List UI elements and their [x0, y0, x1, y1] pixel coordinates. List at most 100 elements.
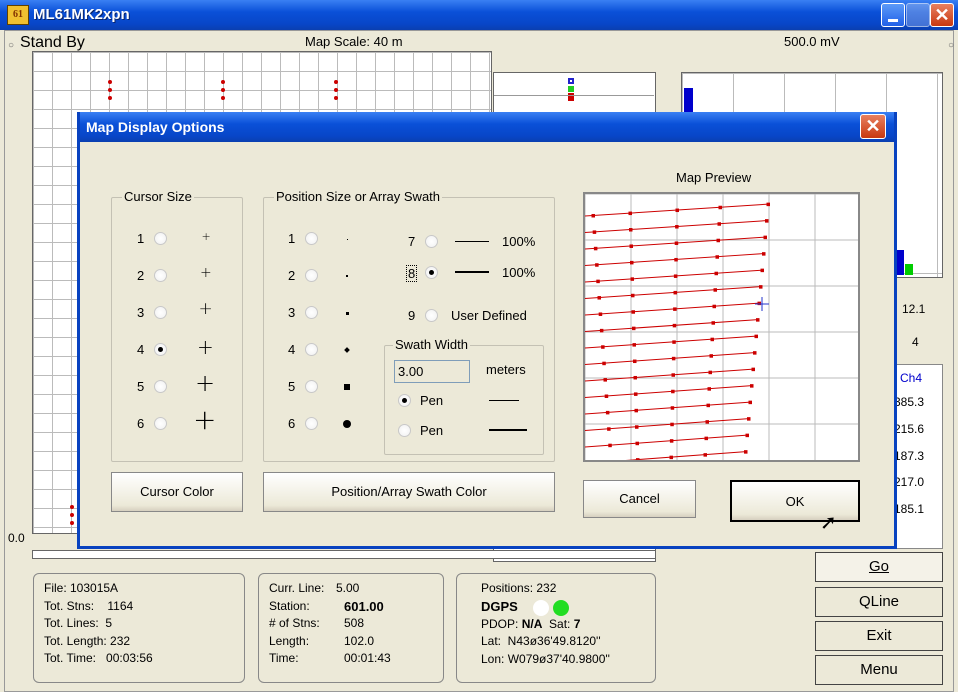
preview-position-dot — [671, 356, 676, 361]
swath-line-icon — [455, 271, 489, 273]
bar-ch4-green — [905, 264, 913, 275]
preview-position-dot — [714, 271, 718, 276]
preview-position-dot — [706, 403, 710, 408]
exit-button-label: Exit — [866, 627, 892, 644]
cursor-size-5-number: 5 — [137, 379, 145, 394]
position-size-6-radio[interactable] — [305, 417, 318, 430]
longitude: Lon: W079ø37'40.9800'' — [481, 651, 610, 666]
bar-ch1 — [684, 88, 693, 113]
minimize-button[interactable] — [881, 3, 905, 27]
preview-swath-line — [584, 368, 756, 382]
cancel-button[interactable]: Cancel — [583, 480, 696, 518]
preview-position-dot — [631, 310, 635, 314]
pen-thin-icon — [489, 400, 519, 401]
preview-position-dot — [628, 211, 632, 216]
preview-swath-line — [584, 319, 760, 332]
preview-position-dot — [633, 359, 637, 364]
right-value-2: 4 — [912, 335, 919, 349]
swath-option-7-radio[interactable] — [425, 235, 438, 248]
preview-position-dot — [715, 255, 719, 259]
length-label: Length: — [269, 633, 310, 648]
dialog-titlebar[interactable]: Map Display Options ✕ — [80, 112, 894, 142]
pen-thin-radio[interactable] — [398, 394, 411, 407]
pdop-value: N/A — [521, 616, 543, 631]
cursor-preview-icon: + — [201, 230, 211, 244]
map-display-options-dialog: Map Display Options ✕ Cursor Size Positi… — [77, 112, 897, 549]
qline-button[interactable]: QLine — [815, 587, 943, 617]
cursor-size-2-number: 2 — [137, 268, 145, 283]
preview-position-dot — [669, 439, 674, 443]
latitude: Lat: N43ø36'49.8120'' — [481, 634, 601, 648]
preview-swath-line — [584, 401, 753, 415]
dgps-label: DGPS — [481, 598, 518, 614]
swath-option-8-radio[interactable] — [425, 266, 438, 279]
line-values: 5.00 601.00 508 102.0 00:01:43 — [336, 580, 391, 668]
preview-position-dot — [712, 304, 716, 309]
cursor-size-1-radio[interactable] — [154, 232, 167, 245]
swath-width-unit: meters — [486, 362, 526, 377]
cursor-size-5-radio[interactable] — [154, 380, 167, 393]
swath-width-label: Swath Width — [393, 337, 470, 352]
preview-position-dot — [675, 225, 679, 229]
dialog-close-button[interactable]: ✕ — [860, 114, 886, 139]
preview-position-dot — [748, 400, 752, 405]
dgps-indicator-on — [553, 599, 569, 616]
swath-color-button[interactable]: Position/Array Swath Color — [263, 472, 555, 512]
go-button[interactable]: Go — [815, 552, 943, 582]
swath-option-9-radio[interactable] — [425, 309, 438, 322]
swath-width-input[interactable] — [394, 360, 470, 383]
mouse-pointer-icon: ➚ — [820, 512, 837, 534]
window-titlebar[interactable]: 61 ML61MK2xpn ✕ — [0, 0, 958, 30]
preview-position-dot — [607, 427, 611, 431]
cursor-size-4-radio[interactable] — [154, 343, 167, 356]
pen-thick-radio[interactable] — [398, 424, 411, 437]
exit-button[interactable]: Exit — [815, 621, 943, 651]
position-dot-icon — [343, 420, 351, 428]
map-preview — [583, 192, 860, 464]
position-size-4-radio[interactable] — [305, 343, 318, 356]
preview-position-dot — [760, 268, 764, 273]
cursor-size-2-radio[interactable] — [154, 269, 167, 282]
position-size-5-radio[interactable] — [305, 380, 318, 393]
total-length: Tot. Length: 232 — [44, 633, 131, 648]
length-value: 102.0 — [344, 633, 375, 648]
pen-thick-label: Pen — [420, 423, 444, 438]
map-scale-label: Map Scale: 40 m — [305, 34, 403, 49]
cursor-size-3-radio[interactable] — [154, 306, 167, 319]
swath-option-8-pct: 100% — [502, 265, 536, 280]
cursor-preview-icon: + — [197, 334, 214, 359]
channel-value: 215.6 — [894, 422, 925, 436]
position-size-6-number: 6 — [288, 416, 296, 431]
preview-position-dot — [708, 370, 712, 375]
line-info-panel: Curr. Line: Station: # of Stns: Length: … — [258, 573, 444, 683]
position-size-3-radio[interactable] — [305, 306, 318, 319]
preview-position-dot — [670, 422, 674, 427]
cursor-size-3-number: 3 — [137, 305, 145, 320]
go-button-label: Go — [868, 558, 889, 575]
cursor-preview-icon: + — [200, 265, 212, 282]
preview-position-dot — [747, 417, 751, 421]
preview-position-dot — [672, 323, 677, 328]
cursor-color-button[interactable]: Cursor Color — [111, 472, 243, 512]
preview-position-dot — [766, 202, 770, 207]
position-size-1-radio[interactable] — [305, 232, 318, 245]
close-window-button[interactable]: ✕ — [930, 3, 954, 27]
position-size-1-number: 1 — [288, 231, 296, 246]
preview-position-dot — [713, 288, 717, 292]
preview-position-dot — [673, 290, 677, 295]
preview-position-dot — [718, 205, 722, 210]
cursor-size-6-radio[interactable] — [154, 417, 167, 430]
position-size-4-number: 4 — [288, 342, 296, 357]
ok-button[interactable]: OK — [730, 480, 860, 522]
position-size-2-radio[interactable] — [305, 269, 318, 282]
preview-position-dot — [591, 213, 595, 218]
preview-position-dot — [707, 387, 711, 391]
menu-button[interactable]: Menu — [815, 655, 943, 685]
pen-thin-label: Pen — [420, 393, 444, 408]
preview-position-dot — [596, 279, 600, 284]
cursor-size-group: Cursor Size — [111, 189, 243, 462]
preview-position-dot — [634, 392, 638, 396]
preview-position-dot — [635, 441, 639, 446]
preview-position-dot — [597, 296, 601, 300]
status-label: Stand By — [20, 34, 85, 51]
